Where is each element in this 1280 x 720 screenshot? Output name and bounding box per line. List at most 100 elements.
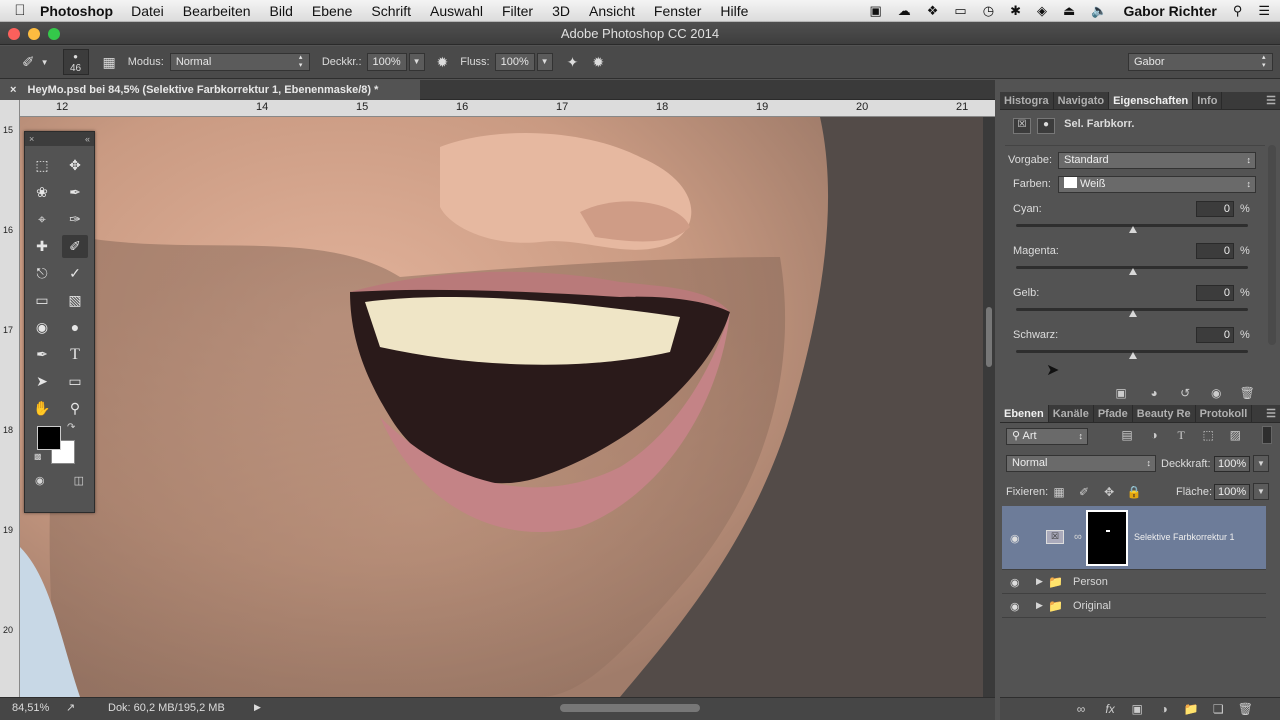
menu-datei[interactable]: Datei [131, 3, 164, 19]
user-name[interactable]: Gabor Richter [1123, 3, 1216, 19]
expand-arrow-icon[interactable]: ▶ [1036, 576, 1043, 587]
filter-type-icon[interactable]: T [1172, 428, 1190, 443]
trash-icon[interactable]: 🗑 [1238, 386, 1256, 400]
share-icon[interactable]: ↗ [66, 701, 75, 714]
lock-all-icon[interactable]: 🔒 [1125, 485, 1143, 499]
tab-navigator[interactable]: Navigato [1054, 92, 1110, 109]
airbrush-icon[interactable]: ✦ [567, 54, 579, 71]
wifi-icon[interactable]: ◈ [1037, 3, 1047, 19]
tab-channels[interactable]: Kanäle [1049, 405, 1094, 422]
airplay-icon[interactable]: ▭ [954, 3, 966, 19]
move-tool-icon[interactable]: ✥ [62, 154, 88, 177]
spotlight-icon[interactable]: ⚲ [1233, 3, 1243, 19]
preset-select[interactable]: Standard [1058, 152, 1256, 169]
eraser-tool-icon[interactable]: ▭ [29, 289, 55, 312]
flow-dropdown-button[interactable]: ▼ [536, 53, 553, 71]
horizontal-scroll-thumb[interactable] [560, 704, 700, 712]
layer-name[interactable]: Selektive Farbkorrektur 1 [1134, 532, 1235, 542]
black-slider-knob[interactable] [1129, 352, 1137, 359]
pressure-size-icon[interactable]: ✹ [592, 54, 604, 71]
healing-brush-tool-icon[interactable]: ✚ [29, 235, 55, 258]
collapse-icon[interactable]: « [85, 132, 90, 146]
brush-size-picker[interactable]: ● 46 [62, 49, 89, 75]
workspace-select[interactable]: Gabor [1128, 53, 1273, 71]
magenta-slider-knob[interactable] [1129, 268, 1137, 275]
clone-stamp-tool-icon[interactable]: ⎋ [29, 262, 55, 285]
cloud-icon[interactable]: ☁ [898, 3, 911, 19]
lock-transparent-icon[interactable]: ▦ [1050, 485, 1068, 499]
vertical-ruler[interactable]: 15 16 17 18 19 20 [0, 100, 20, 697]
lock-position-icon[interactable]: ✥ [1100, 485, 1118, 499]
mode-select[interactable]: Normal [169, 53, 310, 71]
black-value-input[interactable]: 0 [1196, 327, 1234, 343]
eyedropper-tool-icon[interactable]: ✑ [62, 208, 88, 231]
menu-ebene[interactable]: Ebene [312, 3, 352, 19]
tab-history[interactable]: Protokoll [1196, 405, 1253, 422]
cyan-slider-knob[interactable] [1129, 226, 1137, 233]
camera-icon[interactable]: ▣ [869, 3, 881, 19]
brush-tool-icon[interactable]: ✐ [62, 235, 88, 258]
layer-opacity-input[interactable]: 100% [1214, 456, 1250, 472]
quick-selection-tool-icon[interactable]: ✒ [62, 181, 88, 204]
tab-info[interactable]: Info [1193, 92, 1223, 109]
brush-panel-toggle-icon[interactable]: ▦ [103, 54, 116, 71]
layer-row-group[interactable]: ◉ ▶ 📁 Person [1002, 571, 1266, 594]
add-mask-icon[interactable]: ▣ [1128, 702, 1146, 716]
crop-tool-icon[interactable]: ⌖ [29, 208, 55, 231]
magenta-value-input[interactable]: 0 [1196, 243, 1234, 259]
blur-tool-icon[interactable]: ◉ [29, 316, 55, 339]
filter-smart-object-icon[interactable]: ▨ [1226, 428, 1244, 442]
lock-image-icon[interactable]: ✐ [1075, 485, 1093, 499]
menu-bild[interactable]: Bild [270, 3, 293, 19]
pen-tool-icon[interactable]: ✒ [29, 343, 55, 366]
pressure-opacity-icon[interactable]: ✹ [437, 54, 449, 71]
filter-shape-icon[interactable]: ⬚ [1199, 428, 1217, 442]
visibility-eye-icon[interactable]: ◉ [1010, 600, 1020, 613]
brush-tool-preset-icon[interactable]: ✐ [22, 53, 35, 71]
eject-icon[interactable]: ⏏ [1063, 3, 1075, 19]
cyan-value-input[interactable]: 0 [1196, 201, 1234, 217]
default-colors-icon[interactable]: ▩ [34, 452, 42, 461]
history-brush-tool-icon[interactable]: ✓ [62, 262, 88, 285]
menu-ansicht[interactable]: Ansicht [589, 3, 635, 19]
tab-beauty[interactable]: Beauty Re [1133, 405, 1196, 422]
trash-icon[interactable]: 🗑 [1236, 702, 1254, 716]
minimize-window-button[interactable] [28, 28, 40, 40]
visibility-eye-icon[interactable]: ◉ [1207, 386, 1225, 400]
properties-scrollbar[interactable] [1268, 145, 1276, 345]
fill-input[interactable]: 100% [1214, 484, 1250, 500]
dodge-tool-icon[interactable]: ● [62, 316, 88, 339]
new-adjustment-icon[interactable]: ◑ [1155, 702, 1173, 716]
path-selection-tool-icon[interactable]: ➤ [29, 370, 55, 393]
clip-to-layer-icon[interactable]: ▣ [1112, 386, 1130, 400]
document-tab[interactable]: × HeyMo.psd bei 84,5% (Selektive Farbkor… [0, 80, 420, 100]
menu-bearbeiten[interactable]: Bearbeiten [183, 3, 251, 19]
document-canvas[interactable] [20, 117, 983, 697]
opacity-dropdown-button[interactable]: ▼ [408, 53, 425, 71]
layer-style-icon[interactable]: fx [1101, 702, 1119, 716]
quick-mask-icon[interactable]: ◉ [35, 474, 45, 487]
hand-tool-icon[interactable]: ✋ [29, 397, 55, 420]
layer-mask-thumbnail[interactable] [1086, 510, 1128, 566]
visibility-eye-icon[interactable]: ◉ [1010, 576, 1020, 589]
visibility-eye-icon[interactable]: ◉ [1010, 532, 1020, 545]
fill-dropdown[interactable]: ▼ [1253, 483, 1269, 500]
layer-opacity-dropdown[interactable]: ▼ [1253, 455, 1269, 472]
time-machine-icon[interactable]: ◷ [983, 3, 994, 19]
mask-icon[interactable]: ● [1037, 118, 1056, 134]
menu-3d[interactable]: 3D [552, 3, 570, 19]
yellow-slider-knob[interactable] [1129, 310, 1137, 317]
layer-name[interactable]: Original [1073, 600, 1111, 612]
lasso-tool-icon[interactable]: ❀ [29, 181, 55, 204]
volume-icon[interactable]: 🔈 [1091, 3, 1107, 19]
layer-filter-select[interactable]: ⚲ Art [1006, 428, 1088, 445]
panel-menu-icon[interactable]: ☰ [1262, 405, 1280, 422]
zoom-tool-icon[interactable]: ⚲ [62, 397, 88, 420]
apple-icon[interactable]:  [0, 2, 40, 19]
panel-menu-icon[interactable]: ☰ [1262, 92, 1280, 109]
chain-link-icon[interactable]: ∞ [1074, 531, 1082, 543]
zoom-window-button[interactable] [48, 28, 60, 40]
menu-schrift[interactable]: Schrift [371, 3, 411, 19]
tools-panel-header[interactable]: × « [25, 132, 94, 146]
close-window-button[interactable] [8, 28, 20, 40]
